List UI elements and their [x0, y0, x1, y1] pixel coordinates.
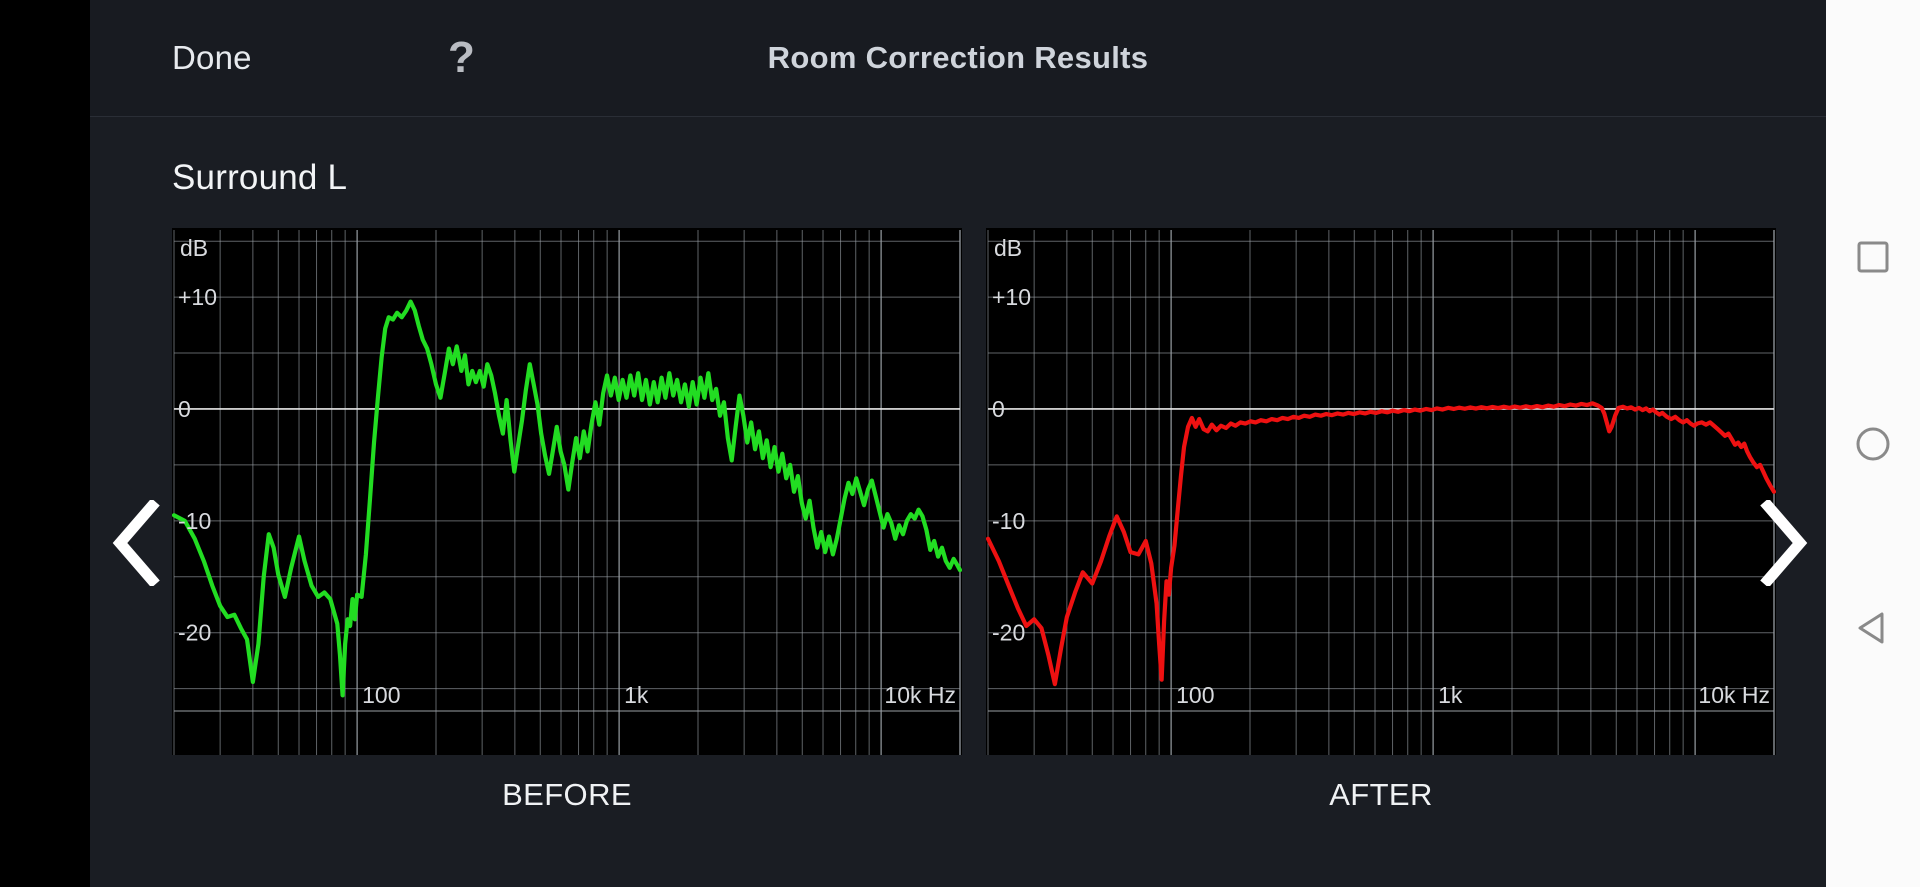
next-channel-arrow-icon[interactable]: [1754, 498, 1810, 588]
x-axis-tick-label: 1k: [1438, 682, 1463, 708]
y-axis-tick-label: -10: [178, 508, 211, 534]
system-navigation-bar: [1826, 0, 1920, 887]
previous-channel-arrow-icon[interactable]: [110, 498, 166, 588]
plot-svg-before: dB +10 0 -10 -20 100 1k 10k Hz: [172, 230, 962, 755]
chart-block-after: dB +10 0 -10 -20 100 1k 10k Hz AFTER: [986, 228, 1776, 813]
y-axis-tick-label: -20: [992, 620, 1025, 646]
y-axis-tick-label: 0: [992, 396, 1005, 422]
frequency-response-plot-before: dB +10 0 -10 -20 100 1k 10k Hz: [172, 228, 962, 755]
y-axis-tick-label: +10: [992, 284, 1031, 310]
screen-root: Done ? Room Correction Results Surround …: [0, 0, 1920, 887]
x-axis-tick-label: 100: [362, 682, 400, 708]
left-black-bezel: [0, 0, 90, 887]
home-button-icon[interactable]: [1854, 425, 1892, 468]
page-title: Room Correction Results: [767, 40, 1149, 75]
y-axis-tick-label: -10: [992, 508, 1025, 534]
chart-caption-after: AFTER: [1329, 777, 1433, 812]
y-axis-tick-label: 0: [178, 396, 191, 422]
recents-button-icon[interactable]: [1856, 240, 1890, 279]
chart-caption-before: BEFORE: [502, 777, 632, 812]
x-axis-tick-label: 10k Hz: [1698, 682, 1770, 708]
y-axis-tick-label: +10: [178, 284, 217, 310]
x-axis-tick-label: 1k: [624, 682, 649, 708]
plot-svg-after: dB +10 0 -10 -20 100 1k 10k Hz: [986, 230, 1776, 755]
back-button-icon[interactable]: [1855, 610, 1891, 651]
y-axis-unit-label: dB: [180, 235, 208, 261]
x-axis-tick-label: 100: [1176, 682, 1214, 708]
app-window: Done ? Room Correction Results Surround …: [90, 0, 1826, 887]
y-axis-tick-label: -20: [178, 620, 211, 646]
frequency-response-plot-after: dB +10 0 -10 -20 100 1k 10k Hz: [986, 228, 1776, 755]
channel-label: Surround L: [172, 158, 348, 197]
y-axis-unit-label: dB: [994, 235, 1022, 261]
chart-block-before: dB +10 0 -10 -20 100 1k 10k Hz BEFORE: [172, 228, 962, 813]
charts-container: dB +10 0 -10 -20 100 1k 10k Hz BEFORE dB +10 0 -10…: [90, 228, 1826, 813]
app-header: Done ? Room Correction Results: [90, 0, 1826, 117]
x-axis-tick-label: 10k Hz: [884, 682, 956, 708]
